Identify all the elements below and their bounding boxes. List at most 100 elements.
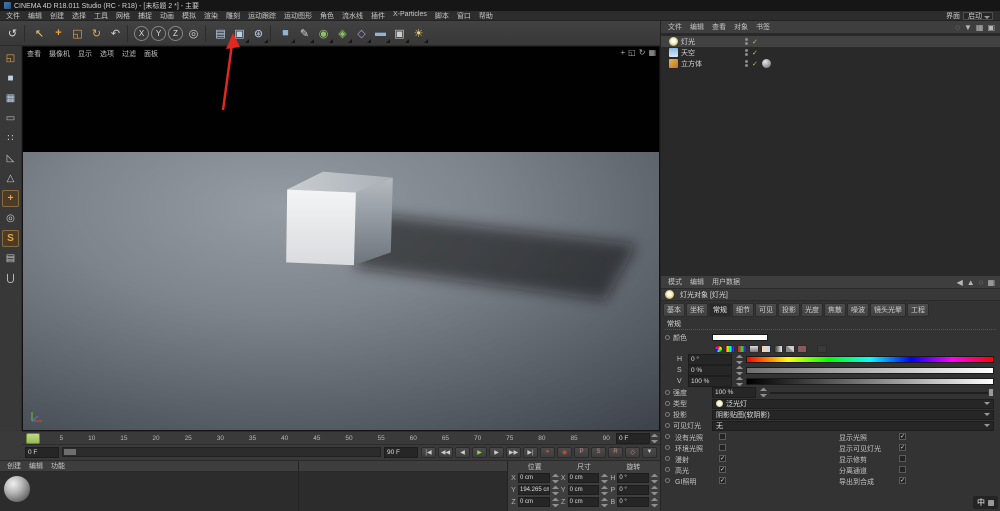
attribute-tab[interactable]: 基本 — [663, 303, 685, 317]
om-path-icon[interactable]: ▦ — [976, 23, 984, 32]
menu-item[interactable]: 动画 — [156, 11, 178, 21]
points-mode-icon[interactable]: ∷ — [2, 130, 19, 147]
frame-tick[interactable]: 55 — [378, 435, 385, 442]
render-picture-viewer-icon[interactable]: ▣ — [230, 24, 249, 43]
menu-item[interactable]: 插件 — [367, 11, 389, 21]
anim-dot[interactable] — [665, 423, 670, 428]
frame-tick[interactable]: 25 — [185, 435, 192, 442]
om-filter-icon[interactable]: ▼ — [964, 23, 972, 32]
enable-check[interactable]: ✓ — [752, 60, 758, 68]
anim-dot[interactable] — [665, 401, 670, 406]
intensity-slider[interactable] — [770, 388, 994, 397]
menu-item[interactable]: 雕刻 — [222, 11, 244, 21]
play-button[interactable]: ▶ — [472, 446, 487, 458]
menu-item[interactable]: 书签 — [752, 22, 774, 32]
prev-key-button[interactable]: ◀◀ — [438, 446, 453, 458]
anim-dot[interactable] — [665, 478, 670, 483]
magnet-snap-icon[interactable]: ⋃ — [2, 270, 19, 287]
attribute-tab[interactable]: 镜头光晕 — [870, 303, 906, 317]
move-icon[interactable]: + — [49, 24, 68, 43]
object-row[interactable]: 立方体 ✓ — [661, 58, 1000, 69]
spinner[interactable] — [736, 377, 743, 386]
menu-item[interactable]: 文件 — [2, 11, 24, 21]
viewport-menu-item[interactable]: 面板 — [144, 49, 158, 59]
record-rotation-button[interactable]: R — [608, 446, 623, 458]
workplane-lock-icon[interactable]: ▤ — [2, 250, 19, 267]
color-kelvin-icon[interactable] — [761, 344, 771, 353]
visibility-dots[interactable] — [745, 49, 748, 56]
enable-check[interactable]: ✓ — [752, 49, 758, 57]
record-scale-button[interactable]: S — [591, 446, 606, 458]
viewport-menu-item[interactable]: 摄像机 — [49, 49, 70, 59]
checkbox[interactable]: ✓ — [719, 477, 726, 484]
anim-dot[interactable] — [665, 445, 670, 450]
color-mixer-icon[interactable] — [785, 344, 795, 353]
live-selection-icon[interactable]: ↖ — [30, 24, 49, 43]
frame-spinner[interactable] — [651, 434, 658, 443]
frame-tick[interactable]: 15 — [120, 435, 127, 442]
attribute-tab[interactable]: 坐标 — [686, 303, 708, 317]
frame-tick[interactable]: 10 — [88, 435, 95, 442]
attribute-tab[interactable]: 细节 — [732, 303, 754, 317]
menu-item[interactable]: 窗口 — [453, 11, 475, 21]
menu-item[interactable]: 用户数据 — [708, 277, 744, 287]
ime-indicator[interactable]: 中 — [973, 496, 998, 509]
attribute-tab[interactable]: 可见 — [755, 303, 777, 317]
workplane-mode-icon[interactable]: ▭ — [2, 110, 19, 127]
am-back-icon[interactable]: ◀ — [957, 278, 963, 287]
checkbox[interactable]: ✓ — [899, 444, 906, 451]
frame-tick[interactable]: 35 — [249, 435, 256, 442]
attribute-tab[interactable]: 常规 — [709, 303, 731, 317]
spinner[interactable] — [651, 474, 658, 483]
viewport-menu-item[interactable]: 过滤 — [122, 49, 136, 59]
frame-tick[interactable]: 45 — [313, 435, 320, 442]
environment-floor-icon[interactable]: ▬ — [371, 24, 390, 43]
frame-tick[interactable]: 40 — [281, 435, 288, 442]
coordinate-system-icon[interactable]: ◎ — [184, 24, 203, 43]
color-spectrum-icon[interactable] — [725, 344, 735, 353]
make-editable-icon[interactable]: ◱ — [2, 50, 19, 67]
frame-tick[interactable]: 90 — [603, 435, 610, 442]
frame-tick[interactable]: 70 — [474, 435, 481, 442]
menu-item[interactable]: 帮助 — [475, 11, 497, 21]
camera-icon[interactable]: ▣ — [390, 24, 409, 43]
frame-tick[interactable]: 65 — [442, 435, 449, 442]
frame-tick[interactable]: 0 — [31, 435, 35, 442]
color-picker-icon[interactable] — [817, 344, 827, 353]
checkbox[interactable]: ✓ — [719, 466, 726, 473]
range-start-field[interactable]: 0 F — [25, 446, 59, 458]
rotation-field[interactable]: 0 ° — [617, 497, 650, 507]
size-field[interactable]: 0 cm — [567, 497, 600, 507]
slider-handle[interactable] — [988, 388, 994, 397]
gradient-slider[interactable] — [746, 367, 994, 374]
viewport-rotate-icon[interactable]: ↻ — [639, 48, 646, 57]
goto-end-button[interactable]: ▶| — [523, 446, 538, 458]
intensity-field[interactable]: 100 % — [712, 387, 756, 398]
attribute-tab[interactable]: 噪波 — [847, 303, 869, 317]
viewport[interactable]: 查看 摄像机 显示 选项 过滤 面板 + ◱ ↻ ▦ — [22, 46, 660, 431]
menu-item[interactable]: 创建 — [46, 11, 68, 21]
menu-item[interactable]: 编辑 — [686, 277, 708, 287]
menu-item[interactable]: 流水线 — [338, 11, 367, 21]
attribute-tab[interactable]: 光度 — [801, 303, 823, 317]
frame-tick[interactable]: 60 — [410, 435, 417, 442]
range-handle[interactable] — [64, 449, 76, 455]
menu-item[interactable]: 运动跟踪 — [244, 11, 280, 21]
preview-range-slider[interactable] — [62, 447, 381, 457]
spinner[interactable] — [601, 486, 608, 495]
snap-toggle-icon[interactable]: S — [2, 230, 19, 247]
attribute-tab[interactable]: 焦散 — [824, 303, 846, 317]
next-key-button[interactable]: ▶▶ — [506, 446, 521, 458]
subdivision-surface-icon[interactable]: ◉ — [314, 24, 333, 43]
dropdown[interactable]: 无 — [712, 420, 994, 431]
spinner[interactable] — [760, 388, 767, 397]
material-menu-item[interactable]: 编辑 — [25, 461, 47, 471]
spline-pen-icon[interactable]: ✎ — [295, 24, 314, 43]
checkbox[interactable] — [899, 455, 906, 462]
menu-item[interactable]: X-Particles — [389, 11, 431, 21]
spinner[interactable] — [651, 486, 658, 495]
menu-item[interactable]: 选择 — [68, 11, 90, 21]
menu-item[interactable]: 脚本 — [431, 11, 453, 21]
menu-item[interactable]: 查看 — [708, 22, 730, 32]
position-field[interactable]: 0 cm — [518, 473, 550, 483]
